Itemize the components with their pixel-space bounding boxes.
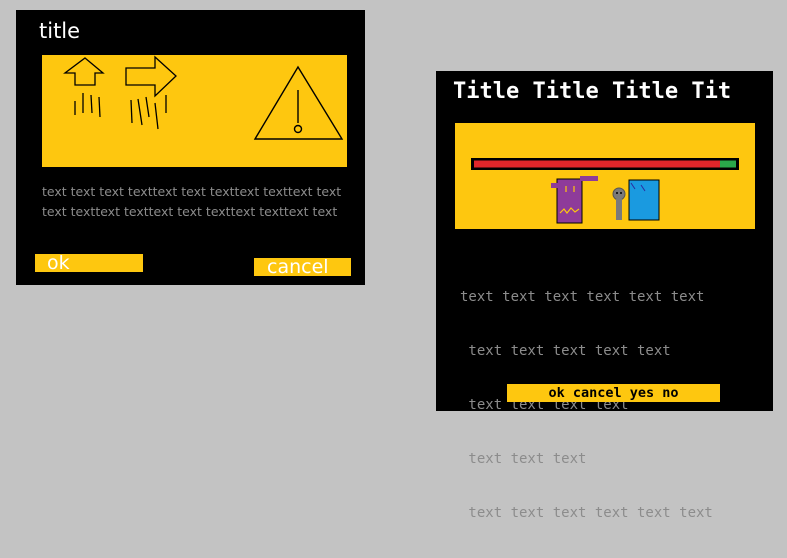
dialog-body-text: text text text text text text text text … [460, 252, 713, 558]
body-line: text text text text text [460, 343, 671, 359]
dialog-right: Title Title Title Tit text text text tex… [436, 71, 773, 521]
dialog-banner [455, 123, 755, 229]
dialog-title: title [39, 19, 81, 43]
body-line: text text text text text text [460, 289, 705, 305]
ok-button[interactable]: ok [35, 254, 143, 272]
progress-bar [471, 158, 739, 170]
purple-character-icon [551, 176, 598, 224]
body-line: text text text text text text [460, 505, 713, 521]
blue-character-icon [628, 179, 660, 221]
dialog-body-text: text text text texttext text texttext te… [42, 182, 352, 222]
dialog-left: title text text text texttext text textt… [16, 10, 365, 285]
gray-figure-icon [612, 187, 626, 220]
ok-cancel-yes-no-button[interactable]: ok cancel yes no [507, 384, 720, 402]
arrow-up-icon [63, 57, 105, 118]
body-line: text text text [460, 451, 587, 467]
warning-icon [253, 65, 344, 140]
dialog-banner [42, 55, 347, 167]
dialog-title: Title Title Title Tit [453, 79, 732, 104]
cancel-button[interactable]: cancel [254, 258, 351, 276]
body-line: text text text texttext text texttext te… [42, 184, 342, 199]
arrow-right-icon [125, 55, 177, 130]
body-line: text texttext texttext text texttext tex… [42, 204, 338, 219]
